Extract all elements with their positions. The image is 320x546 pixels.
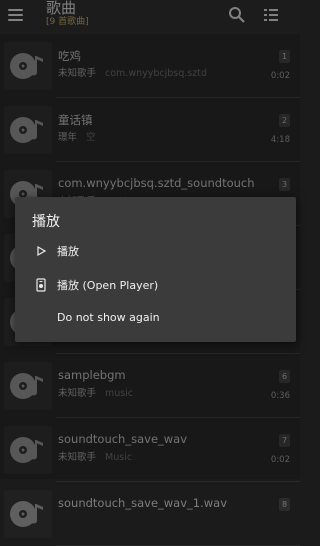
dialog-item-play[interactable]: 播放 (15, 235, 296, 267)
dialog-item-label: Do not show again (57, 311, 160, 324)
album-art-icon (4, 490, 52, 538)
dialog-title: 播放 (32, 214, 60, 230)
play-outline-icon (37, 245, 47, 257)
dialog-item-open-player[interactable]: 播放 (Open Player) (15, 269, 296, 301)
play-dialog: 播放 播放 播放 (Open Player) Do not show again (15, 197, 296, 342)
dialog-item-label: 播放 (Open Player) (57, 279, 159, 292)
track-number-badge: 8 (279, 498, 290, 511)
music-player-icon (36, 278, 46, 292)
dialog-item-label: 播放 (57, 245, 79, 258)
song-title: soundtouch_save_wav_1.wav (58, 496, 228, 510)
song-row[interactable]: soundtouch_save_wav_1.wav 8 (0, 482, 300, 546)
song-meta (58, 513, 67, 524)
dialog-item-do-not-show-again[interactable]: Do not show again (15, 303, 296, 335)
